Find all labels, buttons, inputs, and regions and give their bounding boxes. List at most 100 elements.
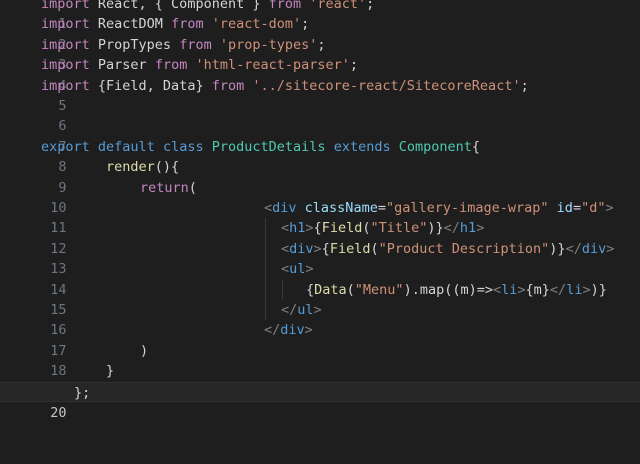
keyword: import [41, 77, 90, 94]
function-name: Field [321, 220, 363, 237]
code-line-3[interactable]: 3 import PropTypes from 'prop-types'; [0, 35, 640, 73]
code-text: { [313, 220, 322, 237]
attribute-name: id [556, 200, 573, 216]
tag-bracket: < [264, 200, 273, 216]
code-text: ; [366, 0, 375, 12]
code-line-12[interactable]: 12 <h1>{Field("Title")}</h1> [0, 218, 640, 257]
code-line-10[interactable]: 10 return( [0, 178, 640, 216]
tag-bracket: > [313, 302, 322, 318]
method-name: render [106, 159, 155, 176]
keyword: from [171, 16, 204, 33]
code-text: = [572, 200, 582, 216]
string-literal: "Product Description" [378, 240, 550, 257]
tag-name: div [280, 322, 305, 339]
string-literal: 'react' [309, 0, 367, 12]
code-text: {m} [525, 281, 550, 298]
code-text: Parser [89, 57, 155, 74]
tag-bracket: </ [264, 322, 281, 339]
class-name: Component [398, 138, 472, 155]
tag-bracket: < [281, 261, 290, 278]
string-literal: 'html-react-parser' [195, 57, 350, 74]
code-line-18[interactable]: 18 ) [0, 341, 640, 379]
code-line-15[interactable]: 15 {Data("Menu").map((m)=><li>{m}</li>)} [0, 279, 640, 318]
code-line-4[interactable]: 4 import Parser from 'html-react-parser'… [0, 55, 640, 93]
code-text: ( [370, 240, 379, 257]
indent-guide [265, 300, 266, 321]
tag-bracket: > [605, 200, 614, 216]
string-literal: '../sitecore-react/SitecoreReact' [252, 77, 521, 94]
indent-guide [265, 218, 266, 239]
code-line-1[interactable]: 1 import React, { Component } from 'reac… [0, 0, 640, 32]
indent-guide [265, 259, 266, 280]
code-text: { [471, 138, 481, 155]
line-number: 20 [50, 405, 67, 421]
tag-name: div [581, 240, 607, 257]
code-line-7[interactable]: 7 [0, 116, 640, 155]
code-text: ( [188, 179, 197, 196]
keyword: return [140, 179, 189, 196]
code-text: ) [140, 342, 149, 359]
function-name: Data [314, 281, 347, 298]
code-line-11[interactable]: 11 <div className="gallery-image-wrap" i… [0, 198, 640, 236]
tag-bracket: > [305, 220, 314, 237]
code-text: ReactDOM [89, 16, 172, 33]
code-line-8[interactable]: 8 export default class ProductDetails ex… [0, 137, 640, 175]
code-text: } [557, 240, 566, 257]
tag-name: li [501, 281, 518, 298]
code-line-14[interactable]: 14 <ul> [0, 259, 640, 298]
tag-bracket: > [517, 281, 526, 298]
code-text: } [106, 363, 115, 380]
code-line-17[interactable]: 17 </div> [0, 320, 640, 358]
code-text: { [306, 281, 315, 298]
string-literal: "Title" [370, 220, 428, 237]
tag-bracket: </ [565, 240, 582, 257]
keyword: from [154, 57, 188, 74]
tag-bracket: > [606, 240, 615, 257]
code-line-9[interactable]: 9 render(){ [0, 157, 640, 195]
code-text: )} [590, 281, 607, 298]
code-line-19[interactable]: 19 } [0, 361, 640, 399]
tag-bracket: > [582, 281, 591, 298]
tag-name: ul [289, 261, 306, 278]
code-text: = [377, 200, 386, 216]
keyword: import [41, 16, 90, 33]
code-line-20-current[interactable]: 20 }; [0, 381, 640, 421]
code-line-5[interactable]: 5 import {Field, Data} from '../sitecore… [0, 76, 640, 114]
keyword: default [97, 138, 155, 155]
tag-name: div [289, 240, 314, 257]
keyword: import [41, 36, 90, 53]
tag-name: li [566, 281, 583, 298]
tag-name: h1 [459, 220, 477, 237]
tag-name: div [272, 200, 297, 216]
code-text: }; [74, 384, 91, 401]
indent-guide [265, 238, 266, 260]
tag-name: ul [297, 302, 314, 318]
code-text: ; [301, 16, 310, 33]
code-text: ) [427, 220, 436, 237]
keyword: import [41, 0, 90, 12]
tag-bracket: </ [549, 281, 567, 298]
code-line-2[interactable]: 2 import ReactDOM from 'react-dom'; [0, 14, 640, 52]
code-line-6[interactable]: 6 [0, 96, 640, 134]
code-editor[interactable]: 1 import React, { Component } from 'reac… [0, 0, 640, 421]
tag-bracket: > [304, 322, 313, 339]
code-text: {Field, Data} [89, 77, 212, 94]
tag-bracket: > [476, 220, 485, 237]
keyword: class [162, 138, 204, 155]
tag-name: h1 [289, 220, 306, 237]
keyword: from [179, 36, 212, 53]
code-line-16[interactable]: 16 </ul> [0, 300, 640, 338]
code-line-13[interactable]: 13 <div>{Field("Product Description")}</… [0, 238, 640, 277]
string-literal: "d" [581, 200, 606, 216]
code-text: } [435, 220, 444, 237]
keyword: from [268, 0, 302, 12]
code-text: ; [520, 77, 529, 94]
string-literal: 'react-dom' [211, 16, 302, 33]
keyword: extends [333, 138, 391, 155]
